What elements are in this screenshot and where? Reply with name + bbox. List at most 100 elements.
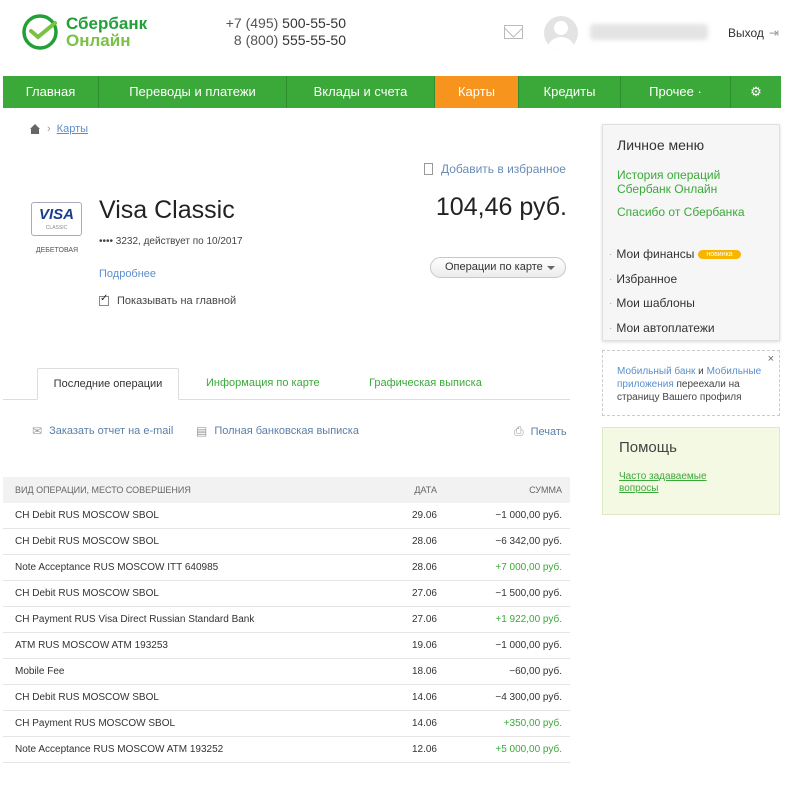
print-link[interactable]: ⎙ Печать [514,424,567,439]
envelope-icon: ✉ [32,424,43,438]
main-nav: Главная Переводы и платежи Вклады и счет… [3,76,781,108]
table-row[interactable]: CH Debit RUS MOSCOW SBOL 14.06 −4 300,00… [3,685,570,711]
column-header-date: ДАТА [414,485,437,495]
close-icon[interactable]: × [768,353,774,366]
nav-item-credits[interactable]: Кредиты [519,76,621,108]
table-row[interactable]: CH Payment RUS Visa Direct Russian Stand… [3,607,570,633]
operation-amount: −6 342,00 руб. [495,536,562,547]
logout-icon: ⇥ [768,26,779,40]
breadcrumb: › Карты [29,123,88,135]
bookmark-icon [424,163,433,175]
add-to-favorites-label: Добавить в избранное [441,162,566,176]
table-row[interactable]: CH Debit RUS MOSCOW SBOL 29.06 −1 000,00… [3,503,570,529]
operation-description: Mobile Fee [15,666,65,677]
table-row[interactable]: CH Debit RUS MOSCOW SBOL 28.06 −6 342,00… [3,529,570,555]
menu-item-favorites[interactable]: · Избранное [609,272,677,286]
column-header-operation: ВИД ОПЕРАЦИИ, МЕСТО СОВЕРШЕНИЯ [15,485,191,495]
operation-amount: −1 500,00 руб. [495,588,562,599]
username-blurred [590,24,708,40]
add-to-favorites-link[interactable]: Добавить в избранное [424,162,566,176]
sberbank-logo[interactable]: Сбербанк Онлайн [22,14,147,50]
details-link[interactable]: Подробнее [99,268,156,280]
menu-item-favorites-label: Избранное [616,272,678,286]
menu-item-finances-label: Мои финансы [616,247,695,261]
table-row[interactable]: Mobile Fee 18.06 −60,00 руб. [3,659,570,685]
operation-description: CH Debit RUS MOSCOW SBOL [15,692,159,703]
tab-graphic-statement[interactable]: Графическая выписка [369,368,482,400]
tab-recent-operations[interactable]: Последние операции [37,368,179,400]
nav-item-transfers[interactable]: Переводы и платежи [99,76,287,108]
full-statement-link[interactable]: ▤ Полная банковская выписка [196,424,359,438]
operation-date: 27.06 [411,614,437,625]
card-name: Visa Classic [99,196,235,224]
operation-date: 28.06 [411,562,437,573]
column-header-amount: СУММА [529,485,562,495]
spasibo-link[interactable]: Спасибо от Сбербанка [617,205,777,219]
email-report-link[interactable]: ✉ Заказать отчет на e-mail [32,424,173,438]
tab-card-info[interactable]: Информация по карте [206,368,320,400]
operation-description: Note Acceptance RUS MOSCOW ATM 193252 [15,744,224,755]
operation-description: CH Payment RUS Visa Direct Russian Stand… [15,614,255,625]
phone1-number: 500-55-50 [282,15,346,31]
operation-date: 12.06 [411,744,437,755]
operations-history-link[interactable]: История операций Сбербанк Онлайн [617,168,777,196]
show-on-main-checkbox[interactable]: Показывать на главной [99,293,236,307]
sberbank-logo-icon [22,14,58,50]
operation-description: CH Payment RUS MOSCOW SBOL [15,718,176,729]
operation-date: 18.06 [411,666,437,677]
visa-classic-label: CLASSIC [45,225,68,231]
mail-icon[interactable] [504,25,523,39]
nav-item-deposits[interactable]: Вклады и счета [287,76,435,108]
chevron-down-icon [547,266,555,270]
checkbox-checked-icon[interactable] [99,293,109,306]
logo-line2: Онлайн [66,31,131,50]
card-type: ДЕБЕТОВАЯ [35,247,79,254]
card-operations-button[interactable]: Операции по карте [430,257,566,278]
phone-numbers: +7 (495) 500-55-50 8 (800) 555-55-50 [222,15,346,49]
menu-item-templates[interactable]: · Мои шаблоны [609,296,695,310]
operation-amount: +5 000,00 руб. [495,744,562,755]
menu-item-templates-label: Мои шаблоны [616,296,695,310]
menu-item-autopayments-label: Мои автоплатежи [616,321,715,335]
nav-item-main[interactable]: Главная [3,76,99,108]
table-header: ВИД ОПЕРАЦИИ, МЕСТО СОВЕРШЕНИЯ ДАТА СУММ… [3,477,570,503]
breadcrumb-separator: › [47,123,51,135]
operation-description: CH Debit RUS MOSCOW SBOL [15,536,159,547]
operation-amount: +1 922,00 руб. [495,614,562,625]
operation-description: CH Debit RUS MOSCOW SBOL [15,510,159,521]
mobile-bank-link[interactable]: Мобильный банк [617,366,695,377]
operation-date: 14.06 [411,692,437,703]
operation-date: 27.06 [411,588,437,599]
settings-gear-icon[interactable]: ⚙ [731,76,781,108]
operation-date: 14.06 [411,718,437,729]
breadcrumb-cards-link[interactable]: Карты [57,123,88,135]
personal-menu: Личное меню История операций Сбербанк Он… [602,124,780,341]
table-row[interactable]: CH Payment RUS MOSCOW SBOL 14.06 +350,00… [3,711,570,737]
operation-amount: −60,00 руб. [509,666,562,677]
print-label: Печать [530,425,567,438]
nav-item-other[interactable]: Прочее · [621,76,731,108]
logout-button[interactable]: Выход ⇥ [728,26,779,40]
notice-box: × Мобильный банк и Мобильные приложения … [602,350,780,416]
table-row[interactable]: Note Acceptance RUS MOSCOW ATM 193252 12… [3,737,570,763]
help-title: Помощь [619,439,677,456]
home-icon[interactable] [29,123,41,135]
notice-and: и [695,366,707,377]
operation-amount: −4 300,00 руб. [495,692,562,703]
phone2-prefix: 8 (800) [233,32,283,48]
phone1-prefix: +7 (495) [225,15,283,31]
avatar[interactable] [544,16,578,50]
logo-line1: Сбербанк [66,14,148,33]
table-row[interactable]: CH Debit RUS MOSCOW SBOL 27.06 −1 500,00… [3,581,570,607]
table-row[interactable]: Note Acceptance RUS MOSCOW ITT 640985 28… [3,555,570,581]
bullet-icon: · [609,248,613,260]
operation-amount: −1 000,00 руб. [495,510,562,521]
menu-item-autopayments[interactable]: · Мои автоплатежи [609,321,715,335]
menu-item-finances[interactable]: · Мои финансы новинка [609,247,741,261]
nav-item-cards[interactable]: Карты [435,76,519,108]
document-icon: ▤ [196,424,208,438]
printer-icon: ⎙ [514,424,524,438]
faq-link[interactable]: Часто задаваемые вопросы [619,471,719,495]
table-row[interactable]: ATM RUS MOSCOW ATM 193253 19.06 −1 000,0… [3,633,570,659]
card-image: VISA CLASSIC [31,202,82,236]
